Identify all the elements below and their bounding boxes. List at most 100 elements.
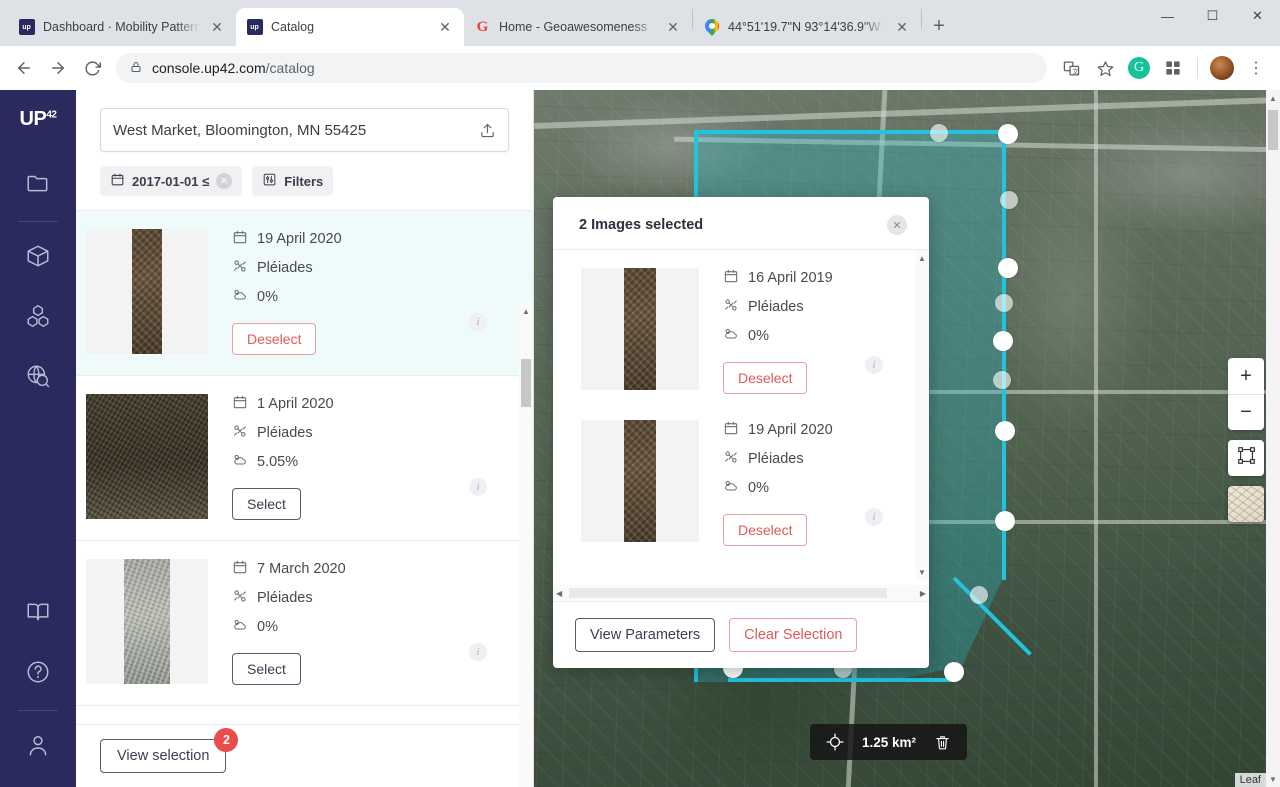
grammarly-icon[interactable]: G xyxy=(1123,52,1155,84)
scroll-left-icon[interactable]: ◀ xyxy=(556,589,562,598)
search-box[interactable] xyxy=(100,108,509,152)
maximize-button[interactable]: ☐ xyxy=(1190,0,1235,32)
sidebar-item-projects[interactable] xyxy=(16,163,60,207)
sidebar-item-marketplace[interactable] xyxy=(16,296,60,340)
browser-tab-geoawesomeness[interactable]: G Home - Geoawesomeness ✕ xyxy=(464,8,692,46)
info-icon[interactable]: i xyxy=(469,313,487,331)
browser-tab-catalog[interactable]: up Catalog ✕ xyxy=(236,8,464,46)
modal-list-item[interactable]: 16 April 2019 Pléiades 0% Deselect i xyxy=(553,250,929,402)
scroll-down-icon[interactable]: ▼ xyxy=(915,564,929,580)
close-icon[interactable]: ✕ xyxy=(893,18,911,36)
chip-date-filter[interactable]: 2017-01-01 ≤ ✕ xyxy=(100,166,243,196)
result-action-button[interactable]: Select xyxy=(232,653,301,685)
aoi-midpoint-handle[interactable] xyxy=(993,371,1011,389)
modal-body[interactable]: 16 April 2019 Pléiades 0% Deselect i 19 … xyxy=(553,249,929,601)
aoi-vertex-handle[interactable] xyxy=(993,331,1013,351)
modal-scrollbar-vertical[interactable]: ▲ ▼ xyxy=(915,250,929,580)
measure-toolbar: 1.25 km² xyxy=(810,724,968,760)
close-icon[interactable]: ✕ xyxy=(216,173,233,189)
layers-thumbnail-button[interactable] xyxy=(1228,486,1264,522)
scroll-down-icon[interactable]: ▼ xyxy=(1266,771,1280,787)
result-action-button[interactable]: Select xyxy=(232,488,301,520)
forward-icon[interactable] xyxy=(42,52,74,84)
scroll-right-icon[interactable]: ▶ xyxy=(920,589,926,598)
aoi-midpoint-handle[interactable] xyxy=(1000,191,1018,209)
scrollbar-thumb[interactable] xyxy=(1268,110,1278,150)
upload-icon[interactable] xyxy=(479,122,496,139)
scrollbar-track[interactable] xyxy=(569,588,887,598)
result-action-button[interactable]: Deselect xyxy=(232,323,317,355)
aoi-vertex-handle[interactable] xyxy=(995,511,1015,531)
extensions-icon[interactable] xyxy=(1157,52,1189,84)
map-zoom-controls[interactable]: + − xyxy=(1228,358,1264,430)
sidebar-item-help[interactable] xyxy=(16,652,60,696)
result-item[interactable]: 1 April 2020 Pléiades 5.05% Select i xyxy=(76,376,533,541)
view-selection-button[interactable]: View selection xyxy=(100,739,227,773)
close-icon[interactable]: ✕ xyxy=(208,18,226,36)
browser-tab-coordinates[interactable]: 44°51'19.7"N 93°14'36.9"W – ✕ xyxy=(693,8,921,46)
draw-rectangle-button[interactable] xyxy=(1228,440,1264,476)
up42-logo[interactable]: UP42 xyxy=(20,108,57,131)
modal-scrollbar-horizontal[interactable]: ◀ ▶ xyxy=(553,585,929,601)
modal-item-date: 16 April 2019 xyxy=(748,270,833,286)
close-window-button[interactable]: ✕ xyxy=(1235,0,1280,32)
sidebar-item-documentation[interactable] xyxy=(16,592,60,636)
aoi-vertex-handle[interactable] xyxy=(944,662,964,682)
scroll-up-icon[interactable]: ▲ xyxy=(519,303,533,319)
scrollbar-thumb[interactable] xyxy=(521,359,531,407)
sidebar-item-account[interactable] xyxy=(16,725,60,769)
aoi-vertex-handle[interactable] xyxy=(995,421,1015,441)
info-icon[interactable]: i xyxy=(865,356,883,374)
minimize-button[interactable]: — xyxy=(1145,0,1190,32)
results-list[interactable]: 19 April 2020 Pléiades 0% Deselect i 1 A… xyxy=(76,210,533,724)
aoi-edge xyxy=(694,130,1006,134)
sliders-icon xyxy=(262,172,277,190)
result-date: 7 March 2020 xyxy=(257,561,346,577)
aoi-midpoint-handle[interactable] xyxy=(995,294,1013,312)
chip-filters[interactable]: Filters xyxy=(252,166,334,196)
view-parameters-button[interactable]: View Parameters xyxy=(575,618,716,652)
zoom-in-button[interactable]: + xyxy=(1228,358,1264,394)
zoom-out-button[interactable]: − xyxy=(1228,394,1264,430)
modal-item-sensor: Pléiades xyxy=(748,451,804,467)
map-scrollbar-vertical[interactable]: ▲ ▼ xyxy=(1266,90,1280,787)
clear-selection-button[interactable]: Clear Selection xyxy=(729,618,858,652)
modal-deselect-button[interactable]: Deselect xyxy=(723,362,808,394)
reload-icon[interactable] xyxy=(76,52,108,84)
aoi-midpoint-handle[interactable] xyxy=(970,586,988,604)
modal-list-item[interactable]: 19 April 2020 Pléiades 0% Deselect i xyxy=(553,402,929,554)
scroll-up-icon[interactable]: ▲ xyxy=(1266,90,1280,106)
aoi-midpoint-handle[interactable] xyxy=(930,124,948,142)
crosshair-icon[interactable] xyxy=(826,733,844,751)
cloud-icon xyxy=(232,287,248,307)
star-icon[interactable] xyxy=(1089,52,1121,84)
chip-label: 2017-01-01 ≤ xyxy=(132,173,210,189)
results-scrollbar[interactable]: ▲ ▼ xyxy=(519,303,533,787)
sidebar-divider xyxy=(18,710,58,711)
aoi-vertex-handle[interactable] xyxy=(998,258,1018,278)
result-item[interactable]: 7 March 2020 Pléiades 0% Select i xyxy=(76,541,533,706)
info-icon[interactable]: i xyxy=(469,478,487,496)
close-icon[interactable]: ✕ xyxy=(887,215,907,235)
scroll-up-icon[interactable]: ▲ xyxy=(915,250,929,266)
trash-icon[interactable] xyxy=(934,734,951,751)
browser-menu-icon[interactable]: ⋮ xyxy=(1240,52,1272,84)
close-icon[interactable]: ✕ xyxy=(436,18,454,36)
address-bar[interactable]: console.up42.com/catalog xyxy=(116,53,1047,83)
leaflet-attribution[interactable]: Leaf xyxy=(1234,773,1266,787)
browser-tab-dashboard[interactable]: up Dashboard · Mobility Patterns ✕ xyxy=(8,8,236,46)
aoi-vertex-handle[interactable] xyxy=(998,124,1018,144)
avatar[interactable] xyxy=(1206,52,1238,84)
result-item[interactable]: 19 April 2020 Pléiades 0% Deselect i xyxy=(76,211,533,376)
new-tab-button[interactable]: + xyxy=(922,9,956,43)
translate-icon[interactable]: 文 xyxy=(1055,52,1087,84)
modal-deselect-button[interactable]: Deselect xyxy=(723,514,808,546)
close-icon[interactable]: ✕ xyxy=(664,18,682,36)
info-icon[interactable]: i xyxy=(865,508,883,526)
search-input[interactable] xyxy=(113,121,471,139)
info-icon[interactable]: i xyxy=(469,643,487,661)
sidebar-item-catalog[interactable] xyxy=(16,356,60,400)
book-icon xyxy=(25,599,51,630)
sidebar-item-blocks[interactable] xyxy=(16,236,60,280)
back-icon[interactable] xyxy=(8,52,40,84)
